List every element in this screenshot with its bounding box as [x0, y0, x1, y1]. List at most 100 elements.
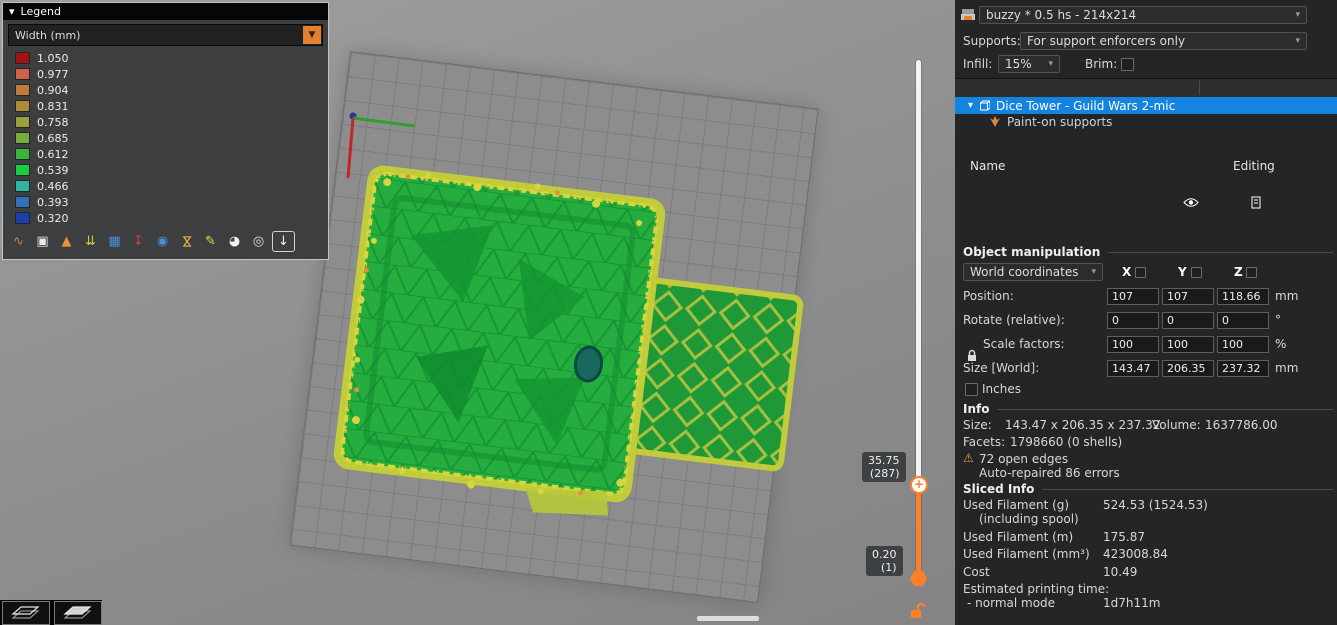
legend-color-swatch	[16, 149, 29, 159]
size-z-input[interactable]	[1217, 360, 1269, 377]
eye-icon[interactable]	[1183, 197, 1199, 208]
supports-label: Supports:	[963, 34, 1021, 48]
supports-dropdown[interactable]: For support enforcers only ▾	[1020, 32, 1307, 50]
axis-z-checkbox[interactable]	[1246, 267, 1257, 278]
unlock-icon[interactable]	[908, 601, 926, 619]
legend-color-swatch	[16, 69, 29, 79]
object-row-selected[interactable]: ▾ Dice Tower - Guild Wars 2-mic	[955, 97, 1337, 209]
axis-y-label: Y	[1178, 265, 1187, 279]
color-change-icon[interactable]: ↧	[128, 232, 149, 251]
legend-scale-value: 0.685	[37, 131, 69, 145]
facets-label: Facets:	[963, 435, 1006, 449]
facets-value: 1798660 (0 shells)	[1010, 435, 1123, 449]
view-3d-button[interactable]	[2, 600, 50, 625]
filament-g-label: Used Filament (g)	[963, 498, 1070, 512]
legend-titlebar[interactable]: ▾ Legend	[3, 3, 328, 20]
legend-scale-row: 0.977	[3, 66, 328, 82]
estimated-time-label: Estimated printing time:	[963, 582, 1110, 596]
inches-checkbox[interactable]	[965, 383, 978, 396]
axis-x-checkbox[interactable]	[1135, 267, 1146, 278]
axis-y-checkbox[interactable]	[1191, 267, 1202, 278]
position-z-input[interactable]	[1217, 288, 1269, 305]
editing-icon[interactable]	[1251, 196, 1261, 209]
position-x-input[interactable]	[1107, 288, 1159, 305]
legend-scale-value: 1.050	[37, 51, 69, 65]
legend-scale-value: 0.466	[37, 179, 69, 193]
rotate-z-input[interactable]	[1217, 312, 1269, 329]
pause-print-icon[interactable]: ◉	[152, 232, 173, 251]
brim-checkbox[interactable]	[1121, 58, 1134, 71]
legend-scale-row: 0.466	[3, 178, 328, 194]
section-title-text: Info	[963, 402, 990, 416]
wipe-moves-icon[interactable]: ▣	[32, 232, 53, 251]
sliced-model[interactable]	[318, 149, 827, 554]
infill-value: 15%	[1005, 57, 1032, 71]
layer-slider-range[interactable]	[916, 484, 921, 579]
legend-scale-row: 0.393	[3, 194, 328, 210]
axis-x-label: X	[1122, 265, 1132, 279]
shells-icon[interactable]: ◕	[224, 232, 245, 251]
layers-filled-icon	[63, 606, 92, 619]
scale-x-input[interactable]	[1107, 336, 1159, 353]
filament-mm3-value: 423008.84	[1103, 547, 1168, 561]
column-divider	[1199, 80, 1200, 95]
legend-view-value: Width (mm)	[15, 28, 81, 42]
name-column-header[interactable]: Name	[970, 159, 1005, 173]
horizontal-slider-thumb[interactable]	[697, 616, 759, 621]
sliced-info-section-title: Sliced Info	[963, 482, 1333, 496]
infill-dropdown[interactable]: 15% ▾	[998, 55, 1060, 73]
right-panel: buzzy * 0.5 hs - 214x214 ▾ Supports: For…	[955, 0, 1337, 625]
tool-marker-icon[interactable]: ✎	[200, 232, 221, 251]
legend-panel: ▾ Legend Width (mm) ▼ 1.050 0.977 0.904 …	[2, 2, 329, 260]
supports-value: For support enforcers only	[1027, 34, 1186, 48]
scale-y-input[interactable]	[1162, 336, 1214, 353]
legend-collapse-icon[interactable]: ↓	[272, 231, 295, 252]
inches-label: Inches	[982, 382, 1021, 396]
volume-value: 1637786.00	[1205, 418, 1278, 432]
filament-g-sub: (including spool)	[979, 512, 1079, 526]
legend-scale-row: 0.904	[3, 82, 328, 98]
custom-gcode-icon[interactable]: ⋈	[177, 231, 196, 252]
legend-color-swatch	[16, 117, 29, 127]
legend-scale-row: 0.320	[3, 210, 328, 226]
rotate-y-input[interactable]	[1162, 312, 1214, 329]
chevron-down-icon: ▾	[1295, 36, 1300, 46]
tree-collapse-icon[interactable]: ▾	[968, 100, 973, 111]
info-section-title: Info	[963, 402, 1333, 416]
view-mode-toolbar	[0, 600, 102, 625]
editing-column-header[interactable]: Editing	[1233, 159, 1275, 173]
seams-icon[interactable]: ▦	[104, 232, 125, 251]
brim-label: Brim:	[1085, 57, 1118, 71]
rotate-x-input[interactable]	[1107, 312, 1159, 329]
sphere-view-icon[interactable]: ◎	[248, 232, 269, 251]
object-name: Dice Tower - Guild Wars 2-mic	[996, 98, 1176, 113]
application-window: 35.75 (287) 0.20 (1) + ▾ Legend Width (m…	[0, 0, 1337, 625]
size-y-input[interactable]	[1162, 360, 1214, 377]
upper-layer-height: 35.75	[868, 454, 900, 467]
size-x-input[interactable]	[1107, 360, 1159, 377]
deretractions-icon[interactable]: ⇊	[80, 232, 101, 251]
collapse-arrow-icon[interactable]: ▾	[9, 5, 15, 18]
coordinates-dropdown[interactable]: World coordinates ▾	[963, 263, 1103, 281]
upper-layer-number: (287)	[869, 467, 900, 480]
section-title-text: Object manipulation	[963, 245, 1101, 259]
legend-scale-row: 0.831	[3, 98, 328, 114]
legend-scale-row: 1.050	[3, 50, 328, 66]
scale-unit: %	[1275, 337, 1287, 351]
layers-outline-icon	[11, 606, 40, 619]
legend-color-swatch	[16, 213, 29, 223]
paint-brush-icon	[990, 116, 1000, 127]
travel-moves-icon[interactable]: ∿	[8, 232, 29, 251]
legend-dropdown-button[interactable]: ▼	[303, 26, 321, 44]
printer-preset-dropdown[interactable]: buzzy * 0.5 hs - 214x214 ▾	[979, 6, 1307, 24]
scale-z-input[interactable]	[1217, 336, 1269, 353]
layer-slider-upper-handle[interactable]: +	[910, 476, 928, 494]
position-y-input[interactable]	[1162, 288, 1214, 305]
paint-on-supports-row[interactable]: Paint-on supports	[955, 114, 1337, 129]
retractions-icon[interactable]: ▲	[56, 232, 77, 251]
filament-m-value: 175.87	[1103, 530, 1145, 544]
view-preview-button[interactable]	[54, 600, 102, 625]
lower-layer-number: (1)	[880, 561, 897, 574]
legend-view-dropdown[interactable]: Width (mm) ▼	[8, 24, 323, 46]
layer-slider-upper-tooltip: 35.75 (287)	[862, 452, 906, 482]
